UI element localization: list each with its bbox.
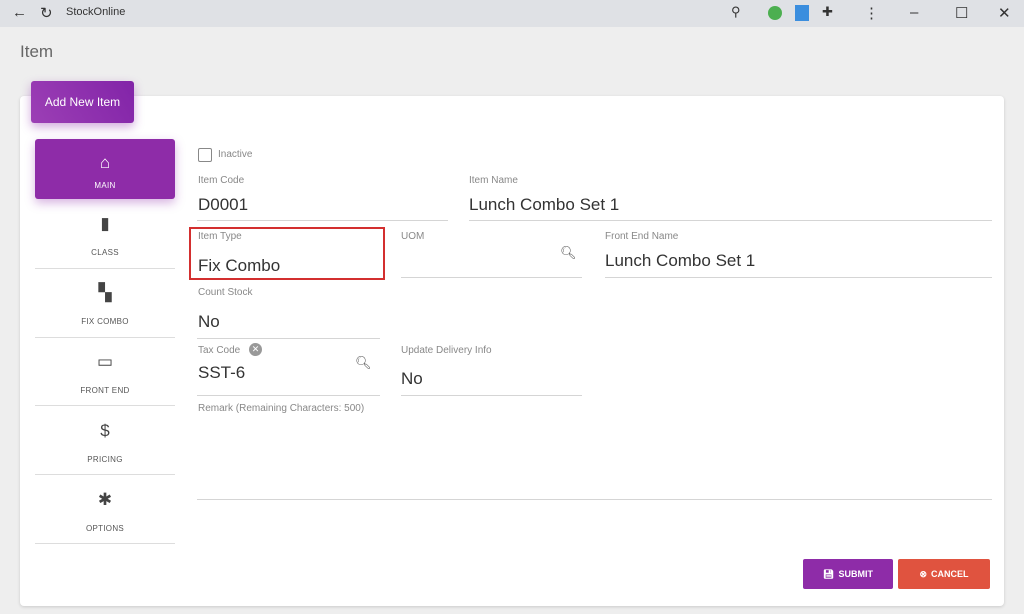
uom-label: UOM	[401, 231, 424, 242]
nav-label: FIX COMBO	[81, 317, 129, 326]
nav-class[interactable]: ▮ CLASS	[35, 214, 175, 269]
tax-code-input[interactable]: SST-6	[198, 363, 245, 383]
uom-underline	[401, 277, 582, 278]
nav-label: CLASS	[91, 248, 119, 257]
back-icon[interactable]: ←	[12, 4, 27, 21]
count-stock-select[interactable]: No	[198, 312, 220, 332]
dollar-icon: $	[100, 421, 109, 443]
tax-code-search-icon[interactable]: 🔍︎	[355, 355, 372, 371]
nav-label: OPTIONS	[86, 524, 124, 533]
item-name-input[interactable]: Lunch Combo Set 1	[469, 195, 619, 215]
inactive-label: Inactive	[218, 149, 252, 160]
monitor-icon: ▭	[97, 352, 113, 374]
reload-icon[interactable]: ↻	[40, 4, 53, 22]
close-icon[interactable]: ✕	[998, 4, 1011, 22]
browser-title: StockOnline	[66, 6, 125, 18]
nav-main[interactable]: ⌂ MAIN	[35, 139, 175, 199]
book-icon: ▮	[100, 214, 109, 236]
nav-options[interactable]: ✱ OPTIONS	[35, 490, 175, 544]
item-name-underline	[469, 220, 992, 221]
front-end-name-underline	[605, 277, 992, 278]
nav-fix-combo[interactable]: ▚ FIX COMBO	[35, 283, 175, 338]
item-type-label: Item Type	[198, 231, 242, 242]
page-title: Item	[20, 42, 53, 62]
front-end-name-input[interactable]: Lunch Combo Set 1	[605, 251, 755, 271]
item-code-label: Item Code	[198, 175, 244, 186]
puzzle-icon[interactable]: ✚	[822, 4, 833, 20]
tax-code-underline	[197, 395, 380, 396]
nav-label: PRICING	[87, 455, 122, 464]
add-new-item-button[interactable]: Add New Item	[31, 81, 134, 123]
inactive-checkbox[interactable]	[198, 148, 212, 162]
minimize-icon[interactable]: –	[910, 4, 918, 21]
item-code-input[interactable]: D0001	[198, 195, 248, 215]
zoom-icon[interactable]: ⚲	[731, 4, 741, 20]
item-type-input[interactable]: Fix Combo	[198, 256, 280, 276]
home-icon: ⌂	[100, 153, 110, 175]
remark-textarea[interactable]	[197, 418, 992, 500]
nav-label: MAIN	[94, 181, 115, 190]
remark-label: Remark (Remaining Characters: 500)	[198, 403, 364, 414]
menu-dots-icon[interactable]: ⋮	[864, 4, 879, 22]
extension-green-icon[interactable]	[768, 6, 782, 20]
gear-icon: ✱	[98, 490, 112, 512]
submit-button[interactable]: 💾︎ SUBMIT	[803, 559, 893, 589]
nav-front-end[interactable]: ▭ FRONT END	[35, 352, 175, 406]
nav-pricing[interactable]: $ PRICING	[35, 421, 175, 475]
front-end-name-label: Front End Name	[605, 231, 678, 242]
tax-code-label: Tax Code	[198, 345, 240, 356]
cancel-label: CANCEL	[931, 569, 969, 579]
nav-label: FRONT END	[80, 386, 129, 395]
cancel-button[interactable]: ⊗ CANCEL	[898, 559, 990, 589]
submit-label: SUBMIT	[838, 569, 873, 579]
widgets-icon: ▚	[98, 283, 111, 305]
clear-tax-code-icon[interactable]: ✕	[249, 343, 262, 356]
update-delivery-label: Update Delivery Info	[401, 345, 492, 356]
save-icon: 💾︎	[823, 569, 834, 580]
download-extension-icon[interactable]	[795, 5, 809, 21]
count-stock-underline	[197, 338, 380, 339]
item-name-label: Item Name	[469, 175, 518, 186]
count-stock-label: Count Stock	[198, 287, 252, 298]
cancel-circle-icon: ⊗	[919, 569, 927, 580]
browser-toolbar: ← ↻ StockOnline ⚲ ✚ ⋮ – ☐ ✕	[0, 0, 1024, 27]
item-code-underline	[197, 220, 448, 221]
maximize-icon[interactable]: ☐	[955, 4, 968, 22]
update-delivery-underline	[401, 395, 582, 396]
update-delivery-select[interactable]: No	[401, 369, 423, 389]
uom-search-icon[interactable]: 🔍︎	[560, 245, 577, 261]
